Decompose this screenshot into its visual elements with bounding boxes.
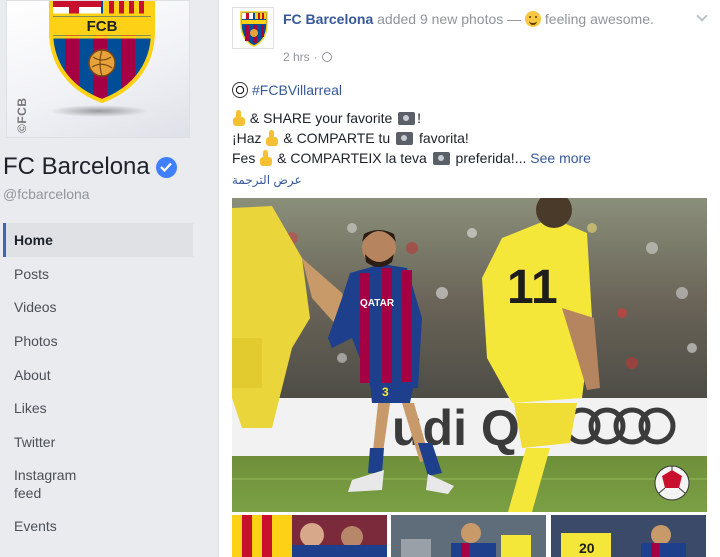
globe-privacy-icon[interactable] xyxy=(321,52,332,62)
post-timestamp[interactable]: 2 hrs xyxy=(283,50,310,64)
post-meta: 2 hrs · xyxy=(283,50,332,64)
post-card: FC Barcelona added 9 new photos — feelin… xyxy=(218,0,720,557)
nav-item-instagram-feed[interactable]: Instagram feed xyxy=(3,459,193,509)
line2-start: ¡Haz xyxy=(232,130,262,146)
author-avatar[interactable] xyxy=(232,7,274,49)
chevron-down-icon[interactable] xyxy=(696,10,708,22)
page-nav: Home Posts Videos Photos About Likes Twi… xyxy=(3,223,193,543)
camera-emoji-icon xyxy=(398,112,416,125)
nav-item-posts[interactable]: Posts xyxy=(3,257,193,291)
meta-separator: · xyxy=(313,50,318,64)
nav-item-photos[interactable]: Photos xyxy=(3,324,193,358)
page-handle[interactable]: @fcbarcelona xyxy=(3,186,90,202)
see-translation-link[interactable]: عرض الترجمة xyxy=(232,170,712,190)
post-feeling-text: feeling awesome. xyxy=(544,11,654,27)
smile-emoji-icon xyxy=(525,11,542,27)
post-text: #FCBVillarreal & SHARE your favorite ! ¡… xyxy=(232,80,712,190)
line2-end: favorita! xyxy=(418,130,469,146)
camera-emoji-icon xyxy=(432,152,450,165)
shirt-sponsor-text: QATAR xyxy=(360,298,395,309)
nav-item-likes[interactable]: Likes xyxy=(3,391,193,425)
nav-item-home[interactable]: Home xyxy=(3,223,193,257)
post-author-link[interactable]: FC Barcelona xyxy=(283,11,373,27)
line3-end: preferida!... xyxy=(455,150,527,166)
page-name[interactable]: FC Barcelona xyxy=(3,153,177,181)
photo-thumbnail[interactable]: 20 xyxy=(550,515,707,557)
profile-picture[interactable]: FCB ©FCB xyxy=(6,0,190,138)
photo-thumbnail-strip: 20 xyxy=(232,515,707,557)
camera-emoji-icon xyxy=(396,132,414,145)
watermark-text: ©FCB xyxy=(15,97,29,133)
thumbs-up-emoji-icon xyxy=(232,110,246,126)
fcb-crest-small-icon xyxy=(233,8,273,48)
nav-item-about[interactable]: About xyxy=(3,358,193,392)
nav-item-twitter[interactable]: Twitter xyxy=(3,425,193,459)
soccer-ball-emoji-icon xyxy=(232,82,248,98)
svg-text:20: 20 xyxy=(579,540,595,556)
line1-text: & SHARE your favorite xyxy=(249,110,393,126)
line3-mid: & COMPARTEIX la teva xyxy=(277,150,427,166)
thumbs-up-emoji-icon xyxy=(259,150,273,166)
hashtag-link[interactable]: #FCBVillarreal xyxy=(252,82,342,98)
see-more-link[interactable]: See more xyxy=(530,150,591,166)
player-number-back: 11 xyxy=(507,261,558,314)
post-header: FC Barcelona added 9 new photos — feelin… xyxy=(283,9,683,29)
page-name-text: FC Barcelona xyxy=(3,153,150,180)
verified-badge-icon xyxy=(155,156,177,178)
line1-end: ! xyxy=(417,110,422,126)
nav-item-instagram-feed-label: Instagram feed xyxy=(14,466,77,501)
photo-thumbnail[interactable] xyxy=(232,515,388,557)
left-column: FCB ©FCB FC Barcelona @fcbarcelona Home … xyxy=(0,0,205,557)
line2-mid: & COMPARTE tu xyxy=(283,130,391,146)
post-action-text: added 9 new photos — xyxy=(377,11,522,27)
photo-thumbnail[interactable] xyxy=(391,515,547,557)
match-photo-image: udi Q5 QATAR 3 11 xyxy=(232,198,707,512)
fcb-crest-logo: FCB xyxy=(49,1,155,103)
nav-item-events[interactable]: Events xyxy=(3,509,193,543)
nav-item-videos[interactable]: Videos xyxy=(3,290,193,324)
post-main-photo[interactable]: udi Q5 QATAR 3 11 xyxy=(232,198,707,512)
thumbs-up-emoji-icon xyxy=(265,130,279,146)
crest-text: FCB xyxy=(87,18,118,35)
player-number-front: 3 xyxy=(382,385,389,399)
line3-start: Fes xyxy=(232,150,256,166)
